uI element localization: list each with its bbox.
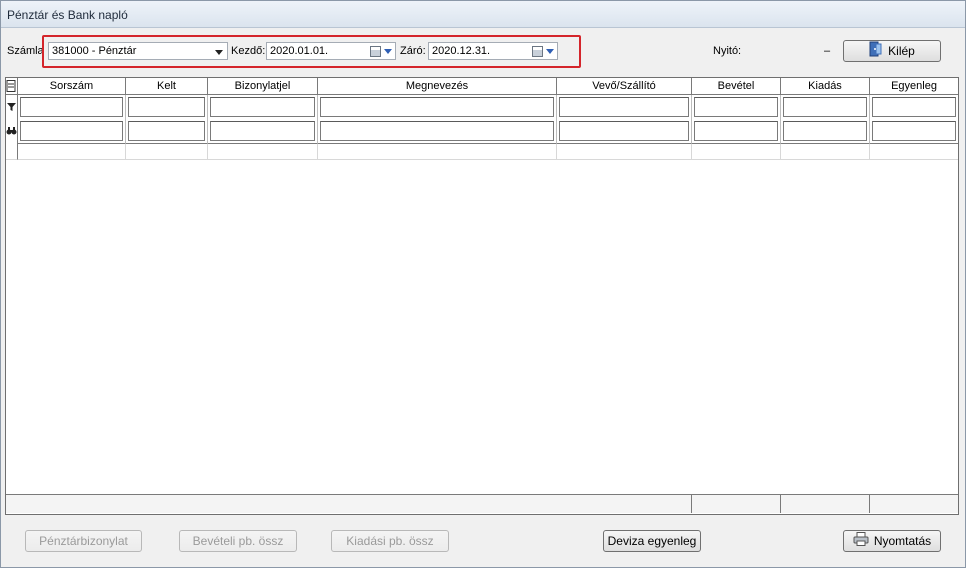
filter-cell-vevo-szallito xyxy=(557,95,692,119)
column-header-megnevezes[interactable]: Megnevezés xyxy=(318,78,557,95)
filter-cell-egyenleg xyxy=(870,95,958,119)
table-cell[interactable] xyxy=(18,143,126,160)
column-header-bizonylatjel[interactable]: Bizonylatjel xyxy=(208,78,318,95)
income-summary-button[interactable]: Bevételi pb. össz xyxy=(179,530,297,552)
totals-cell-kiadas xyxy=(781,495,870,513)
column-header-bevetel[interactable]: Bevétel xyxy=(692,78,781,95)
table-cell[interactable] xyxy=(318,143,557,160)
exit-button-label: Kilép xyxy=(888,44,915,59)
exit-button[interactable]: Kilép xyxy=(843,40,941,62)
search-input[interactable] xyxy=(694,121,778,141)
filter-cell-kiadas xyxy=(781,95,870,119)
title-bar: Pénztár és Bank napló xyxy=(1,1,965,28)
account-label: Számla xyxy=(7,45,44,57)
window-title: Pénztár és Bank napló xyxy=(7,8,128,22)
printer-icon xyxy=(853,531,869,552)
filter-cell-bizonylatjel xyxy=(208,95,318,119)
opening-balance-value: – xyxy=(824,45,831,57)
totals-cell-bevetel xyxy=(692,495,781,513)
filter-row-indicator xyxy=(6,95,18,119)
filter-cell-sorszam xyxy=(18,95,126,119)
search-row-indicator xyxy=(6,119,18,143)
totals-cell-label xyxy=(6,495,692,513)
filter-input[interactable] xyxy=(783,97,867,117)
filter-cell-megnevezes xyxy=(318,95,557,119)
column-header-kiadas[interactable]: Kiadás xyxy=(781,78,870,95)
filter-input[interactable] xyxy=(694,97,778,117)
filter-input[interactable] xyxy=(20,97,123,117)
search-input[interactable] xyxy=(20,121,123,141)
cash-voucher-button[interactable]: Pénztárbizonylat xyxy=(25,530,142,552)
search-cell-kiadas xyxy=(781,119,870,143)
search-cell-vevo-szallito xyxy=(557,119,692,143)
currency-balance-button[interactable]: Deviza egyenleg xyxy=(603,530,701,552)
column-header-egyenleg[interactable]: Egyenleg xyxy=(870,78,958,95)
table-cell[interactable] xyxy=(781,143,870,160)
table-cell[interactable] xyxy=(557,143,692,160)
grid-settings-icon xyxy=(6,80,16,92)
search-input[interactable] xyxy=(783,121,867,141)
main-window: Pénztár és Bank napló Számla 381000 - Pé… xyxy=(0,0,966,568)
print-button[interactable]: Nyomtatás xyxy=(843,530,941,552)
search-cell-bevetel xyxy=(692,119,781,143)
column-header-kelt[interactable]: Kelt xyxy=(126,78,208,95)
grid-options-button[interactable] xyxy=(6,78,18,95)
filter-cell-kelt xyxy=(126,95,208,119)
column-header-vevo-szallito[interactable]: Vevő/Szállító xyxy=(557,78,692,95)
search-cell-sorszam xyxy=(18,119,126,143)
search-input[interactable] xyxy=(128,121,205,141)
date-range-highlight xyxy=(42,35,581,68)
filter-input[interactable] xyxy=(210,97,315,117)
data-row-indicator xyxy=(6,143,18,160)
table-cell[interactable] xyxy=(692,143,781,160)
search-cell-bizonylatjel xyxy=(208,119,318,143)
print-button-label: Nyomtatás xyxy=(873,534,932,548)
filter-input[interactable] xyxy=(128,97,205,117)
totals-footer xyxy=(6,494,958,513)
search-input[interactable] xyxy=(210,121,315,141)
table-cell[interactable] xyxy=(208,143,318,160)
table-cell[interactable] xyxy=(870,143,958,160)
search-input[interactable] xyxy=(320,121,554,141)
search-input[interactable] xyxy=(559,121,689,141)
filter-input[interactable] xyxy=(320,97,554,117)
filter-input[interactable] xyxy=(559,97,689,117)
search-cell-egyenleg xyxy=(870,119,958,143)
filter-cell-bevetel xyxy=(692,95,781,119)
search-cell-kelt xyxy=(126,119,208,143)
table-cell[interactable] xyxy=(126,143,208,160)
totals-cell-egyenleg xyxy=(870,495,958,513)
opening-balance-label: Nyitó: xyxy=(713,45,742,57)
filter-input[interactable] xyxy=(872,97,956,117)
journal-grid: Sorszám Kelt Bizonylatjel Megnevezés Vev… xyxy=(5,77,959,515)
search-input[interactable] xyxy=(872,121,956,141)
filter-icon xyxy=(7,103,16,111)
door-exit-icon xyxy=(869,41,883,63)
expense-summary-button[interactable]: Kiadási pb. össz xyxy=(331,530,449,552)
binoculars-icon xyxy=(6,127,17,135)
search-cell-megnevezes xyxy=(318,119,557,143)
column-header-sorszam[interactable]: Sorszám xyxy=(18,78,126,95)
